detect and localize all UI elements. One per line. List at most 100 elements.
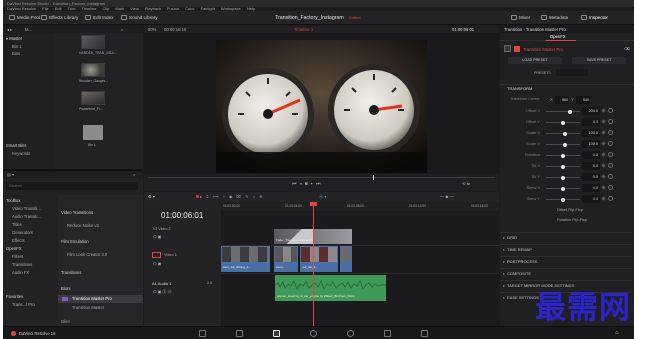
edit-index-button[interactable]: Edit Index — [85, 13, 113, 23]
inspector-section[interactable]: GRID — [500, 232, 632, 242]
zoom-slider-icon[interactable]: — ◆ — — [440, 194, 454, 199]
a1-track-controls[interactable]: ⌬ ▣ Ⓢ Ⓜ — [153, 289, 172, 295]
record-icon[interactable] — [196, 195, 199, 198]
metadata-button[interactable]: Metadata — [541, 13, 568, 23]
timeline-view-icon[interactable]: ⚙ ▾ — [148, 194, 155, 199]
param-slider-knob[interactable] — [561, 153, 565, 158]
v1-track-controls[interactable]: ⌬ ▣ — [153, 261, 161, 266]
bin-item[interactable]: Bins — [12, 51, 20, 56]
timeline-ruler[interactable]: 01:00:00:00 01:00:04:00 01:00:08:00 01:00:1… — [221, 202, 499, 211]
effects-search-input[interactable]: Search — [6, 182, 138, 190]
param-value-field[interactable]: 0.0 — [582, 173, 600, 181]
inspector-section[interactable]: COMPOSITE — [500, 268, 632, 278]
param-value-field[interactable]: 200.0 — [582, 107, 600, 115]
bin-item[interactable]: Bin 1 — [12, 44, 22, 49]
transform-section[interactable]: TRANSFORM — [500, 84, 634, 92]
effects-library-button[interactable]: Effects Library — [41, 13, 78, 23]
inspector-section[interactable]: TARGET MIRROR MODE SETTINGS — [500, 280, 632, 290]
media-page-icon[interactable] — [199, 330, 206, 337]
cut-page-icon[interactable] — [236, 330, 243, 337]
inspector-section[interactable]: TIME REMAP — [500, 244, 632, 254]
playhead-handle[interactable] — [310, 202, 317, 206]
reset-icon[interactable] — [608, 141, 613, 146]
param-slider[interactable] — [546, 175, 580, 180]
keyframe-icon[interactable] — [601, 152, 606, 157]
param-value-field[interactable]: 100.0 — [582, 140, 600, 148]
effects-list-item[interactable]: Transition Master — [72, 305, 104, 310]
effects-tree-item[interactable]: Toolbox — [6, 198, 20, 203]
loop-icon[interactable]: ⟲ ⇆ — [462, 181, 470, 186]
param-value-field[interactable]: 100.0 — [582, 129, 600, 137]
param-slider[interactable] — [546, 164, 580, 169]
enable-toggle[interactable] — [504, 45, 511, 52]
reset-icon[interactable] — [608, 196, 613, 201]
param-slider-knob[interactable] — [562, 131, 567, 136]
param-value-field[interactable]: 0.0 — [582, 184, 600, 192]
search-icon[interactable]: ⌕ — [133, 172, 135, 177]
keyframe-icon[interactable] — [601, 141, 606, 146]
reset-icon[interactable] — [608, 119, 613, 124]
param-slider-knob[interactable] — [568, 109, 573, 114]
edit-tools[interactable]: ▸⌶⟷⌁◆⌧✎⌂⊕ — [200, 194, 267, 199]
param-slider-knob[interactable] — [562, 142, 567, 147]
param-slider-knob[interactable] — [561, 164, 565, 169]
param-value-field[interactable]: 0.0 — [582, 118, 600, 126]
param-slider-knob[interactable] — [561, 186, 565, 191]
param-value-field[interactable]: 0.0 — [582, 162, 600, 170]
effects-list-item-selected[interactable]: Transition Master Pro — [58, 295, 143, 303]
effects-tree-item[interactable]: Titles — [12, 222, 22, 227]
effects-tree-item[interactable]: Audio FX — [12, 270, 29, 275]
transform-center-y[interactable]: 540 — [576, 96, 590, 104]
transport-controls[interactable]: ⏮◂■▸⏭ — [292, 181, 324, 187]
effects-tree-item[interactable]: Video Transiti... — [12, 206, 41, 211]
save-preset-button[interactable]: SAVE PRESET — [572, 57, 626, 64]
clip-thumbnail[interactable] — [81, 91, 105, 105]
v2-track-controls[interactable]: ⌬ ▣ — [153, 234, 161, 239]
fusion-page-icon[interactable] — [310, 330, 317, 337]
param-slider[interactable] — [546, 109, 580, 114]
media-pool-nav-icon[interactable]: ◂ ▸ — [7, 27, 12, 32]
effects-tree-item[interactable]: Filters — [12, 254, 23, 259]
param-slider[interactable] — [546, 197, 580, 202]
keyframe-icon[interactable] — [601, 119, 606, 124]
video-frame[interactable] — [216, 40, 427, 173]
v1-track-selector[interactable] — [152, 252, 161, 258]
home-icon[interactable]: ⌂ — [615, 330, 619, 336]
param-slider-knob[interactable] — [561, 197, 565, 202]
effects-tree-item[interactable]: Effects — [12, 238, 25, 243]
param-slider[interactable] — [546, 131, 580, 136]
param-value-field[interactable]: 0.0 — [582, 151, 600, 159]
sound-library-button[interactable]: Sound Library — [121, 13, 158, 23]
param-slider[interactable] — [546, 142, 580, 147]
smart-bin-keywords[interactable]: Keywords — [12, 151, 30, 156]
keyframe-icon[interactable] — [601, 174, 606, 179]
scrubber-playhead[interactable] — [373, 175, 374, 180]
snap-icon[interactable]: ⦿ ▾ — [319, 194, 326, 200]
reset-icon[interactable] — [608, 163, 613, 168]
deliver-page-icon[interactable] — [421, 330, 428, 337]
timeline-name[interactable]: Timeline 1 — [294, 27, 313, 32]
effects-tree-item[interactable]: Generators — [12, 230, 33, 235]
color-page-icon[interactable] — [347, 330, 354, 337]
keyframe-icon[interactable] — [601, 163, 606, 168]
tab-openfx[interactable]: OpenFX — [550, 34, 566, 39]
tracks-area[interactable]: 01:00:00:00 01:00:04:00 01:00:08:00 01:00:1… — [221, 202, 499, 326]
rotation-flip-flop-toggle[interactable]: Rotation Flip-Flop — [557, 218, 587, 222]
inspector-button[interactable]: Inspector — [581, 13, 608, 23]
transform-center-x[interactable]: 960 — [555, 96, 569, 104]
clip-thumbnail[interactable] — [81, 63, 105, 77]
effects-tree-item[interactable]: Audio Transiti... — [12, 214, 41, 219]
effects-tree-item[interactable]: Transitions — [12, 262, 32, 267]
load-preset-button[interactable]: LOAD PRESET — [508, 57, 562, 64]
effects-view-icon[interactable]: ▤ ▾ — [7, 172, 14, 177]
v1-clip[interactable] — [340, 246, 352, 272]
edit-page-icon[interactable] — [273, 330, 280, 337]
folder-icon[interactable] — [83, 125, 103, 140]
trash-icon[interactable]: ⌫ — [624, 46, 630, 51]
reset-icon[interactable] — [608, 130, 613, 135]
effects-list-item[interactable]: Film Look Creator 3.0 — [67, 252, 107, 257]
search-icon[interactable]: ⌕ — [121, 27, 123, 32]
zoom-level[interactable]: 80% — [148, 27, 156, 32]
favorite-item[interactable]: Trans...l Pro — [12, 302, 35, 307]
fairlight-page-icon[interactable] — [384, 330, 391, 337]
